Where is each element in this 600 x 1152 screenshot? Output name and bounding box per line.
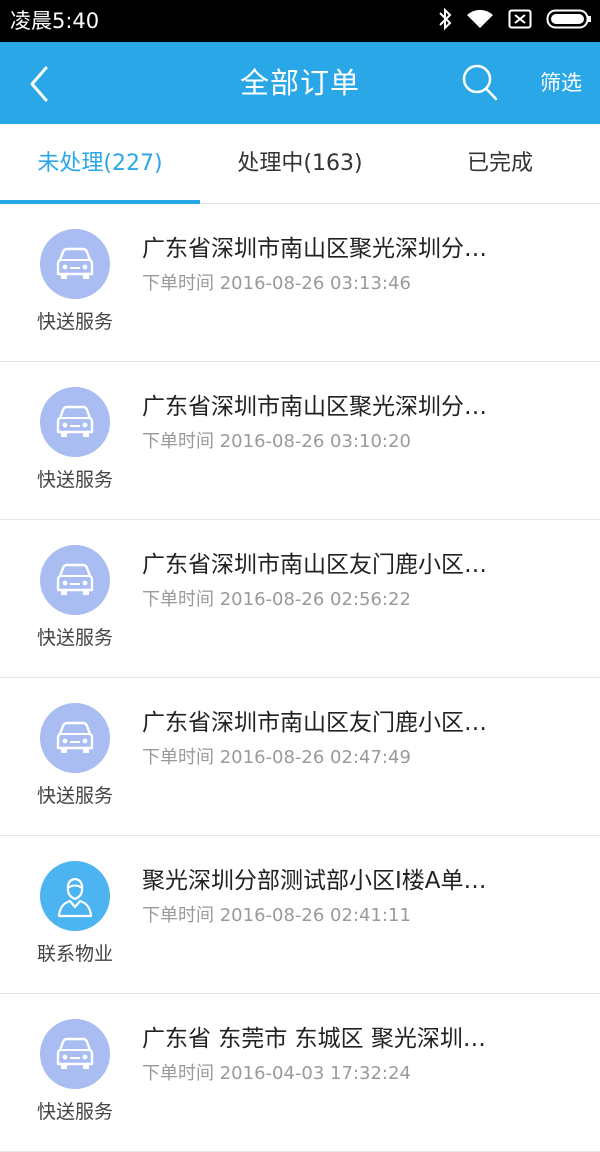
search-icon: [462, 64, 498, 101]
status-icons: [438, 7, 592, 35]
car-icon: [40, 703, 110, 773]
tab-label: 未处理(227): [37, 151, 163, 176]
car-icon: [40, 229, 110, 299]
order-list: 快送服务 广东省深圳市南山区聚光深圳分… 下单时间 2016-08-26 03:…: [0, 204, 600, 1152]
battery-icon: [546, 8, 592, 34]
tab-label: 处理中(163): [237, 151, 363, 176]
order-time: 下单时间 2016-08-26 03:10:20: [142, 431, 411, 452]
service-type: 联系物业: [36, 943, 113, 965]
order-address: 广东省深圳市南山区友门鹿小区…: [142, 552, 487, 578]
order-row[interactable]: 快送服务 广东省深圳市南山区聚光深圳分… 下单时间 2016-08-26 03:…: [0, 204, 600, 362]
person-icon: [40, 861, 110, 931]
page-title: 全部订单: [239, 66, 360, 100]
order-address: 广东省深圳市南山区友门鹿小区…: [142, 710, 487, 736]
car-icon: [40, 387, 110, 457]
search-button[interactable]: [460, 62, 500, 104]
car-icon: [40, 545, 110, 615]
tab-unprocessed[interactable]: 未处理(227): [0, 124, 200, 204]
service-type: 快送服务: [36, 1101, 113, 1123]
service-type: 快送服务: [36, 469, 113, 491]
tab-completed[interactable]: 已完成: [400, 124, 600, 203]
bluetooth-icon: [438, 7, 452, 35]
tab-label: 已完成: [466, 151, 533, 176]
order-time: 下单时间 2016-04-03 17:32:24: [142, 1063, 411, 1084]
wifi-icon: [466, 8, 494, 34]
tab-processing[interactable]: 处理中(163): [200, 124, 400, 203]
service-type: 快送服务: [36, 627, 113, 649]
status-bar: 凌晨5:40: [0, 0, 600, 42]
order-address: 广东省 东莞市 东城区 聚光深圳…: [142, 1026, 486, 1052]
order-row[interactable]: 联系物业 聚光深圳分部测试部小区I楼A单… 下单时间 2016-08-26 02…: [0, 836, 600, 994]
service-type: 快送服务: [36, 311, 113, 333]
status-tabs: 未处理(227) 处理中(163) 已完成: [0, 124, 600, 204]
status-time: 凌晨5:40: [10, 9, 100, 33]
filter-button[interactable]: 筛选: [540, 68, 582, 98]
order-time: 下单时间 2016-08-26 03:13:46: [142, 273, 411, 294]
no-sim-icon: [508, 9, 532, 33]
order-row[interactable]: 快送服务 广东省深圳市南山区聚光深圳分… 下单时间 2016-08-26 03:…: [0, 362, 600, 520]
order-row[interactable]: 快送服务 广东省深圳市南山区友门鹿小区… 下单时间 2016-08-26 02:…: [0, 520, 600, 678]
order-time: 下单时间 2016-08-26 02:47:49: [142, 747, 411, 768]
service-type: 快送服务: [36, 785, 113, 807]
app-header: 全部订单 筛选: [0, 42, 600, 124]
order-row[interactable]: 快送服务 广东省深圳市南山区友门鹿小区… 下单时间 2016-08-26 02:…: [0, 678, 600, 836]
order-row[interactable]: 快送服务 广东省 东莞市 东城区 聚光深圳… 下单时间 2016-04-03 1…: [0, 994, 600, 1152]
order-address: 广东省深圳市南山区聚光深圳分…: [142, 236, 487, 262]
order-address: 聚光深圳分部测试部小区I楼A单…: [142, 868, 487, 894]
order-address: 广东省深圳市南山区聚光深圳分…: [142, 394, 487, 420]
order-time: 下单时间 2016-08-26 02:41:11: [142, 905, 411, 926]
car-icon: [40, 1019, 110, 1089]
order-time: 下单时间 2016-08-26 02:56:22: [142, 589, 411, 610]
